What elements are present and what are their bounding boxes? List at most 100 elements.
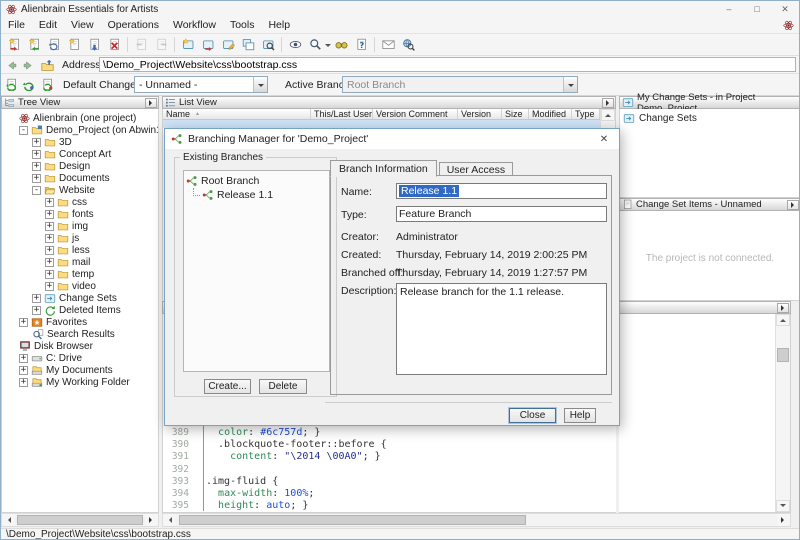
undo-checkout-button[interactable] xyxy=(44,35,64,54)
scrollbar-thumb[interactable] xyxy=(17,515,143,525)
tree-item-c-drive[interactable]: +C: Drive xyxy=(2,352,158,364)
find-changeset-button[interactable] xyxy=(258,35,278,54)
close-button[interactable]: Close xyxy=(509,408,556,423)
tree-item-less[interactable]: +less xyxy=(2,244,158,256)
column-header-size[interactable]: Size xyxy=(502,109,529,119)
collapse-icon[interactable]: - xyxy=(32,186,41,195)
tree-item-video[interactable]: +video xyxy=(2,280,158,292)
expand-icon[interactable]: + xyxy=(19,354,28,363)
scroll-left-icon[interactable] xyxy=(2,514,15,526)
tree-item-search-results[interactable]: Search Results xyxy=(2,328,158,340)
add-file-button[interactable] xyxy=(64,35,84,54)
expand-icon[interactable]: + xyxy=(32,294,41,303)
expand-icon[interactable]: + xyxy=(45,270,54,279)
splitter[interactable] xyxy=(159,96,162,527)
forward-button[interactable] xyxy=(20,57,37,73)
tree-item-design[interactable]: +Design xyxy=(2,160,158,172)
zoom-button[interactable] xyxy=(305,35,325,54)
tree-item-alienbrain-one-project[interactable]: Alienbrain (one project) xyxy=(2,112,158,124)
expand-icon[interactable]: + xyxy=(45,258,54,267)
tab-branch-information[interactable]: Branch Information xyxy=(330,160,437,177)
scroll-up-icon[interactable] xyxy=(776,314,790,326)
create-button[interactable]: Create... xyxy=(204,379,251,394)
expand-icon[interactable]: + xyxy=(45,246,54,255)
expand-icon[interactable]: + xyxy=(45,234,54,243)
tree-item-js[interactable]: +js xyxy=(2,232,158,244)
description-input[interactable]: Release branch for the 1.1 release. xyxy=(396,283,607,375)
branch-list[interactable]: Root BranchRelease 1.1 xyxy=(183,170,330,372)
tree-item-my-working-folder[interactable]: +My Working Folder xyxy=(2,376,158,388)
type-input[interactable]: Feature Branch xyxy=(396,206,607,222)
panel-menu-button[interactable] xyxy=(145,98,157,108)
dialog-title-bar[interactable]: Branching Manager for 'Demo_Project' ✕ xyxy=(165,129,619,149)
tree-horizontal-scrollbar[interactable] xyxy=(1,513,159,527)
refresh-file-button[interactable] xyxy=(39,76,56,92)
expand-icon[interactable]: + xyxy=(32,138,41,147)
column-header-version[interactable]: Version xyxy=(458,109,502,119)
chevron-down-icon[interactable] xyxy=(253,77,267,92)
tree-item-favorites[interactable]: +Favorites xyxy=(2,316,158,328)
checkout-button[interactable] xyxy=(4,35,24,54)
expand-icon[interactable]: + xyxy=(19,366,28,375)
dialog-close-icon[interactable]: ✕ xyxy=(589,129,619,149)
edit-changeset-button[interactable] xyxy=(218,35,238,54)
refresh-view-button[interactable] xyxy=(3,76,20,92)
menu-tools[interactable]: Tools xyxy=(223,18,262,32)
tree-item-temp[interactable]: +temp xyxy=(2,268,158,280)
expand-icon[interactable]: + xyxy=(32,306,41,315)
panel-menu-button[interactable] xyxy=(787,200,799,210)
refresh-project-button[interactable] xyxy=(20,76,37,92)
expand-icon[interactable]: + xyxy=(32,162,41,171)
address-input[interactable] xyxy=(99,57,796,72)
expand-icon[interactable]: + xyxy=(45,210,54,219)
minimize-icon[interactable]: – xyxy=(715,1,743,17)
column-header-name[interactable]: Name▲ xyxy=(163,109,311,119)
web-search-button[interactable] xyxy=(398,35,418,54)
tree-item-demo-project-on-abwin10gfx[interactable]: -Demo_Project (on Abwin10gfx) xyxy=(2,124,158,136)
tree-item-3d[interactable]: +3D xyxy=(2,136,158,148)
expand-icon[interactable]: + xyxy=(32,150,41,159)
expand-icon[interactable]: + xyxy=(45,282,54,291)
tree-item-img[interactable]: +img xyxy=(2,220,158,232)
branch-item-release-1-1[interactable]: Release 1.1 xyxy=(184,188,329,202)
scroll-right-icon[interactable] xyxy=(777,514,790,526)
delete-button[interactable] xyxy=(104,35,124,54)
scrollbar-thumb[interactable] xyxy=(777,348,789,362)
tree-item-my-documents[interactable]: +My Documents xyxy=(2,364,158,376)
menu-help[interactable]: Help xyxy=(261,18,297,32)
scrollbar-thumb[interactable] xyxy=(179,515,526,525)
back-button[interactable] xyxy=(3,57,20,73)
preview-horizontal-scrollbar[interactable] xyxy=(162,513,791,527)
column-header-version-comment[interactable]: Version Comment xyxy=(373,109,458,119)
scroll-left-icon[interactable] xyxy=(163,514,176,526)
tree-item-concept-art[interactable]: +Concept Art xyxy=(2,148,158,160)
collapse-icon[interactable]: - xyxy=(19,126,28,135)
tree-item-website[interactable]: -Website xyxy=(2,184,158,196)
tree-item-deleted-items[interactable]: +Deleted Items xyxy=(2,304,158,316)
expand-icon[interactable]: + xyxy=(32,174,41,183)
column-header-modified[interactable]: Modified xyxy=(529,109,572,119)
help-button[interactable]: Help xyxy=(564,408,596,423)
scroll-right-icon[interactable] xyxy=(145,514,158,526)
menu-workflow[interactable]: Workflow xyxy=(166,18,223,32)
expand-icon[interactable]: + xyxy=(45,222,54,231)
menu-file[interactable]: File xyxy=(1,18,32,32)
checkin-button[interactable] xyxy=(24,35,44,54)
tab-user-access[interactable]: User Access xyxy=(439,162,513,176)
new-changeset-button[interactable] xyxy=(178,35,198,54)
menu-edit[interactable]: Edit xyxy=(32,18,64,32)
scroll-up-icon[interactable] xyxy=(601,109,615,121)
help-button[interactable]: ? xyxy=(351,35,371,54)
close-icon[interactable]: ✕ xyxy=(771,1,799,17)
expand-icon[interactable]: + xyxy=(45,198,54,207)
column-header-type[interactable]: Type xyxy=(572,109,600,119)
menu-view[interactable]: View xyxy=(64,18,101,32)
tree-item-fonts[interactable]: +fonts xyxy=(2,208,158,220)
maximize-icon[interactable]: □ xyxy=(743,1,771,17)
name-input[interactable]: Release 1.1 xyxy=(396,183,607,199)
column-header-this-last-user[interactable]: This/Last User xyxy=(311,109,373,119)
preview-vertical-scrollbar[interactable] xyxy=(775,314,790,512)
menu-operations[interactable]: Operations xyxy=(101,18,166,32)
default-change-set-select[interactable]: - Unnamed - xyxy=(134,76,268,93)
find-files-button[interactable] xyxy=(331,35,351,54)
